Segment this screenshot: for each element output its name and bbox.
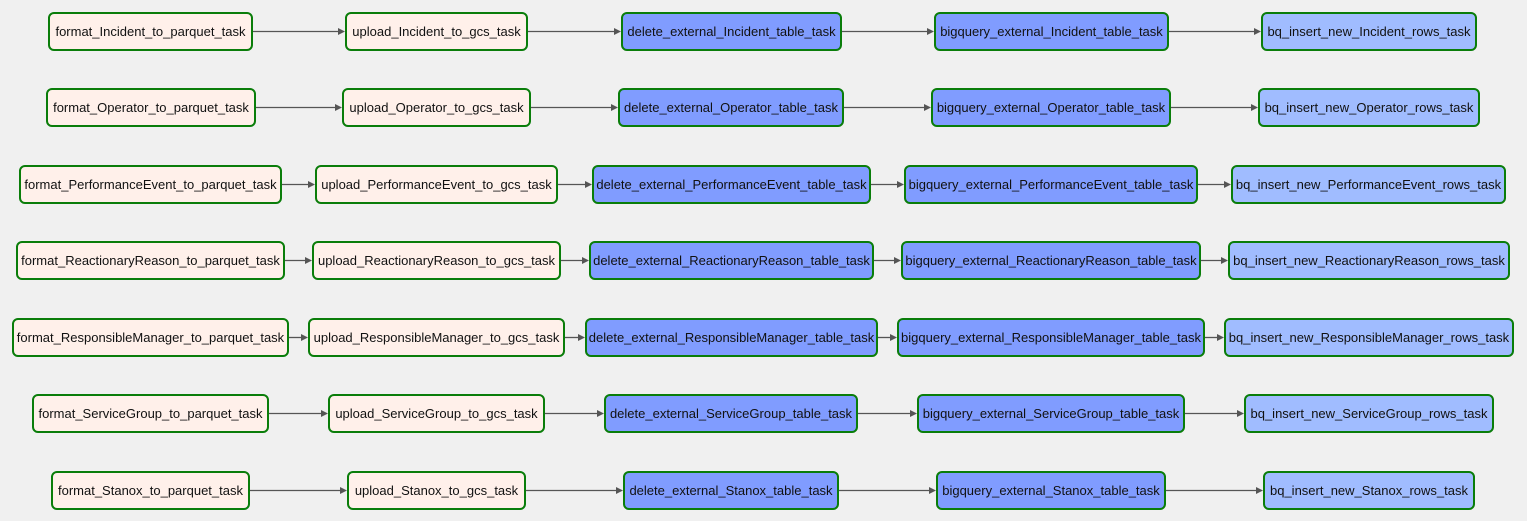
dependency-edge — [858, 410, 917, 417]
dependency-edge — [561, 257, 589, 264]
arrowhead-icon — [1256, 487, 1263, 494]
dag-graph-view: format_Incident_to_parquet_task upload_In… — [0, 0, 1527, 521]
dependency-edge — [269, 410, 328, 417]
dependency-edge — [545, 410, 604, 417]
dependency-edge — [558, 181, 592, 188]
dependency-edge — [1166, 487, 1263, 494]
task-node-delete-external-incident-table-task[interactable]: delete_external_Incident_table_task — [621, 12, 842, 51]
task-node-bq-insert-new-responsiblemanager-rows-task[interactable]: bq_insert_new_ResponsibleManager_rows_ta… — [1224, 318, 1514, 357]
task-node-format-performanceevent-to-parquet-task[interactable]: format_PerformanceEvent_to_parquet_task — [19, 165, 282, 204]
dependency-edge — [842, 28, 934, 35]
dependency-edge — [844, 104, 931, 111]
task-node-bigquery-external-reactionaryreason-table-task[interactable]: bigquery_external_ReactionaryReason_tabl… — [901, 241, 1201, 280]
dependency-edge — [1169, 28, 1261, 35]
dependency-edge — [878, 334, 897, 341]
arrowhead-icon — [616, 487, 623, 494]
arrowhead-icon — [582, 257, 589, 264]
arrowhead-icon — [1224, 181, 1231, 188]
task-node-upload-reactionaryreason-to-gcs-task[interactable]: upload_ReactionaryReason_to_gcs_task — [312, 241, 561, 280]
dependency-edge — [874, 257, 901, 264]
dependency-edge — [528, 28, 621, 35]
task-node-delete-external-stanox-table-task[interactable]: delete_external_Stanox_table_task — [623, 471, 839, 510]
task-node-upload-servicegroup-to-gcs-task[interactable]: upload_ServiceGroup_to_gcs_task — [328, 394, 545, 433]
task-node-upload-stanox-to-gcs-task[interactable]: upload_Stanox_to_gcs_task — [347, 471, 526, 510]
dependency-edge — [1171, 104, 1258, 111]
task-node-format-reactionaryreason-to-parquet-task[interactable]: format_ReactionaryReason_to_parquet_task — [16, 241, 285, 280]
dependency-edge — [1205, 334, 1224, 341]
arrowhead-icon — [894, 257, 901, 264]
arrowhead-icon — [890, 334, 897, 341]
dependency-edge — [250, 487, 347, 494]
task-node-bq-insert-new-reactionaryreason-rows-task[interactable]: bq_insert_new_ReactionaryReason_rows_tas… — [1228, 241, 1510, 280]
arrowhead-icon — [614, 28, 621, 35]
arrowhead-icon — [1217, 334, 1224, 341]
arrowhead-icon — [1254, 28, 1261, 35]
task-node-format-operator-to-parquet-task[interactable]: format_Operator_to_parquet_task — [46, 88, 256, 127]
dependency-edge — [289, 334, 308, 341]
arrowhead-icon — [340, 487, 347, 494]
dependency-edge — [282, 181, 315, 188]
task-node-upload-operator-to-gcs-task[interactable]: upload_Operator_to_gcs_task — [342, 88, 531, 127]
dependency-edge — [1198, 181, 1231, 188]
arrowhead-icon — [1221, 257, 1228, 264]
arrowhead-icon — [578, 334, 585, 341]
arrowhead-icon — [1251, 104, 1258, 111]
arrowhead-icon — [305, 257, 312, 264]
arrowhead-icon — [338, 28, 345, 35]
arrowhead-icon — [927, 28, 934, 35]
task-node-bigquery-external-servicegroup-table-task[interactable]: bigquery_external_ServiceGroup_table_tas… — [917, 394, 1185, 433]
dependency-edge — [1185, 410, 1244, 417]
task-node-bigquery-external-operator-table-task[interactable]: bigquery_external_Operator_table_task — [931, 88, 1171, 127]
arrowhead-icon — [597, 410, 604, 417]
arrowhead-icon — [1237, 410, 1244, 417]
arrowhead-icon — [924, 104, 931, 111]
task-node-delete-external-servicegroup-table-task[interactable]: delete_external_ServiceGroup_table_task — [604, 394, 858, 433]
dependency-edge — [526, 487, 623, 494]
task-node-format-servicegroup-to-parquet-task[interactable]: format_ServiceGroup_to_parquet_task — [32, 394, 269, 433]
task-node-delete-external-responsiblemanager-table-task[interactable]: delete_external_ResponsibleManager_table… — [585, 318, 878, 357]
task-node-bigquery-external-performanceevent-table-task[interactable]: bigquery_external_PerformanceEvent_table… — [904, 165, 1198, 204]
task-node-upload-incident-to-gcs-task[interactable]: upload_Incident_to_gcs_task — [345, 12, 528, 51]
arrowhead-icon — [308, 181, 315, 188]
dependency-edge — [256, 104, 342, 111]
task-node-delete-external-performanceevent-table-task[interactable]: delete_external_PerformanceEvent_table_t… — [592, 165, 871, 204]
task-node-delete-external-operator-table-task[interactable]: delete_external_Operator_table_task — [618, 88, 844, 127]
arrowhead-icon — [301, 334, 308, 341]
dependency-edge — [565, 334, 585, 341]
task-node-upload-responsiblemanager-to-gcs-task[interactable]: upload_ResponsibleManager_to_gcs_task — [308, 318, 565, 357]
dependency-edge — [253, 28, 345, 35]
task-node-bigquery-external-incident-table-task[interactable]: bigquery_external_Incident_table_task — [934, 12, 1169, 51]
arrowhead-icon — [929, 487, 936, 494]
arrowhead-icon — [585, 181, 592, 188]
dependency-edge — [871, 181, 904, 188]
task-node-bq-insert-new-operator-rows-task[interactable]: bq_insert_new_Operator_rows_task — [1258, 88, 1480, 127]
dependency-edge — [531, 104, 618, 111]
task-node-bq-insert-new-servicegroup-rows-task[interactable]: bq_insert_new_ServiceGroup_rows_task — [1244, 394, 1494, 433]
arrowhead-icon — [910, 410, 917, 417]
arrowhead-icon — [335, 104, 342, 111]
task-node-format-stanox-to-parquet-task[interactable]: format_Stanox_to_parquet_task — [51, 471, 250, 510]
task-node-bq-insert-new-incident-rows-task[interactable]: bq_insert_new_Incident_rows_task — [1261, 12, 1477, 51]
dependency-edge — [839, 487, 936, 494]
task-node-bigquery-external-stanox-table-task[interactable]: bigquery_external_Stanox_table_task — [936, 471, 1166, 510]
task-node-bigquery-external-responsiblemanager-table-task[interactable]: bigquery_external_ResponsibleManager_tab… — [897, 318, 1205, 357]
arrowhead-icon — [897, 181, 904, 188]
dependency-edge — [285, 257, 312, 264]
task-node-format-incident-to-parquet-task[interactable]: format_Incident_to_parquet_task — [48, 12, 253, 51]
task-node-upload-performanceevent-to-gcs-task[interactable]: upload_PerformanceEvent_to_gcs_task — [315, 165, 558, 204]
task-node-bq-insert-new-stanox-rows-task[interactable]: bq_insert_new_Stanox_rows_task — [1263, 471, 1475, 510]
dependency-edge — [1201, 257, 1228, 264]
task-node-format-responsiblemanager-to-parquet-task[interactable]: format_ResponsibleManager_to_parquet_tas… — [12, 318, 289, 357]
task-node-bq-insert-new-performanceevent-rows-task[interactable]: bq_insert_new_PerformanceEvent_rows_task — [1231, 165, 1506, 204]
arrowhead-icon — [611, 104, 618, 111]
task-node-delete-external-reactionaryreason-table-task[interactable]: delete_external_ReactionaryReason_table_… — [589, 241, 874, 280]
arrowhead-icon — [321, 410, 328, 417]
